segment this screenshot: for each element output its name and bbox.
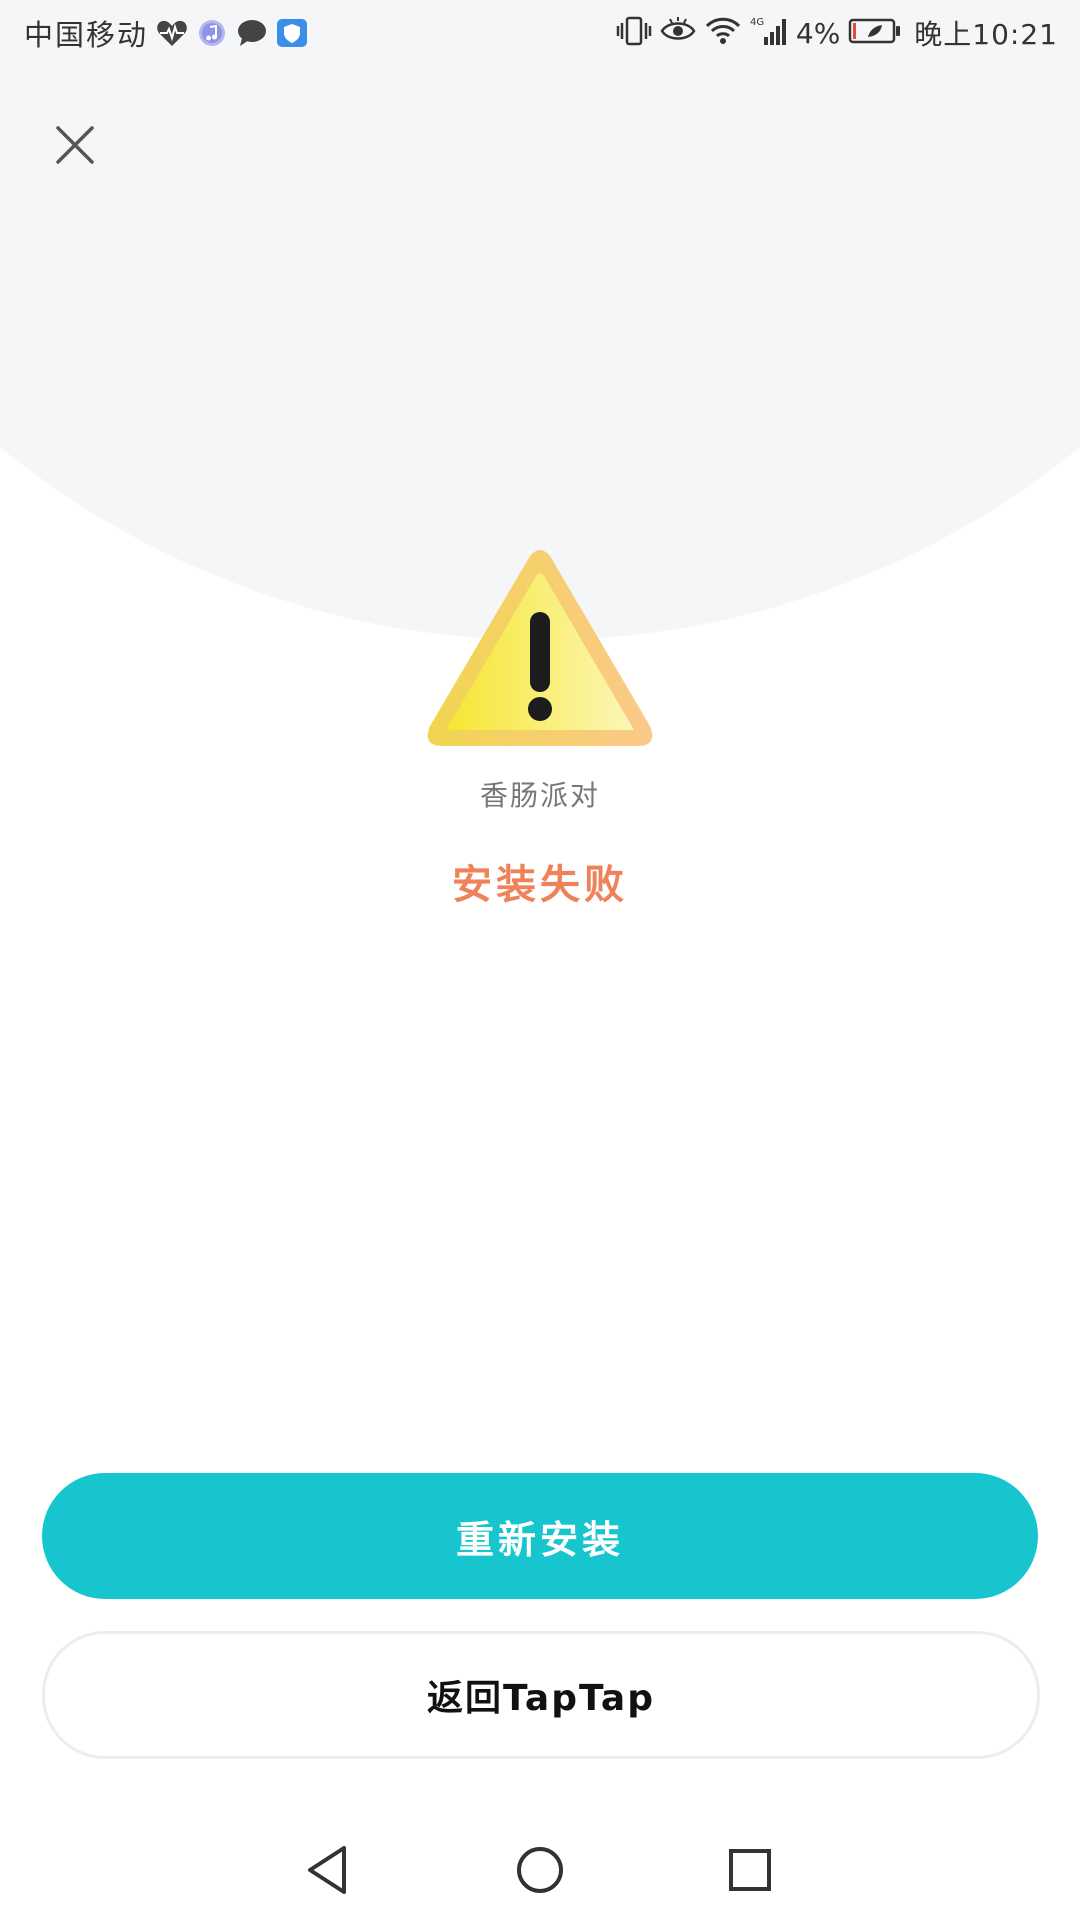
app-name: 香肠派对	[479, 779, 600, 812]
home-icon	[517, 1847, 563, 1893]
warning-icon	[424, 548, 656, 750]
shield-icon	[276, 18, 308, 48]
clock: 晚上10:21	[914, 18, 1058, 51]
close-button[interactable]	[52, 122, 98, 168]
wifi-icon	[704, 15, 742, 51]
music-icon	[196, 18, 228, 48]
reinstall-button[interactable]: 重新安装	[42, 1473, 1038, 1599]
vibrate-icon	[616, 15, 652, 51]
status-bar: 中国移动 4G 4% 晚上10:21	[0, 0, 1080, 66]
network-type: 4G	[750, 17, 764, 28]
status-bar-left: 中国移动	[24, 14, 316, 52]
heart-rate-icon	[156, 18, 188, 48]
eye-icon	[660, 15, 696, 51]
status-bar-right: 4G 4% 晚上10:21	[608, 14, 1058, 52]
back-to-taptap-label: 返回TapTap	[427, 1678, 655, 1719]
navigation-bar	[0, 1820, 1080, 1920]
install-status-text: 安装失败	[452, 862, 628, 908]
battery-percent: 4%	[795, 16, 841, 50]
reinstall-button-label: 重新安装	[455, 1517, 624, 1562]
back-icon	[308, 1846, 346, 1894]
back-to-taptap-button[interactable]: 返回TapTap	[42, 1631, 1040, 1759]
install-failed-screen: 中国移动 4G 4% 晚上10:21 香肠派对 安装失败 重新安装 返回TapT…	[0, 0, 1080, 1920]
battery-icon	[848, 17, 902, 49]
header-background	[0, 0, 1080, 640]
carrier-name: 中国移动	[24, 18, 149, 52]
nav-recent-apps-button[interactable]	[722, 1842, 778, 1898]
message-icon	[236, 18, 268, 48]
signal-icon: 4G	[750, 15, 790, 51]
nav-home-button[interactable]	[512, 1842, 568, 1898]
recent-apps-icon	[729, 1849, 771, 1891]
nav-back-button[interactable]	[302, 1842, 358, 1898]
close-icon	[56, 126, 94, 164]
